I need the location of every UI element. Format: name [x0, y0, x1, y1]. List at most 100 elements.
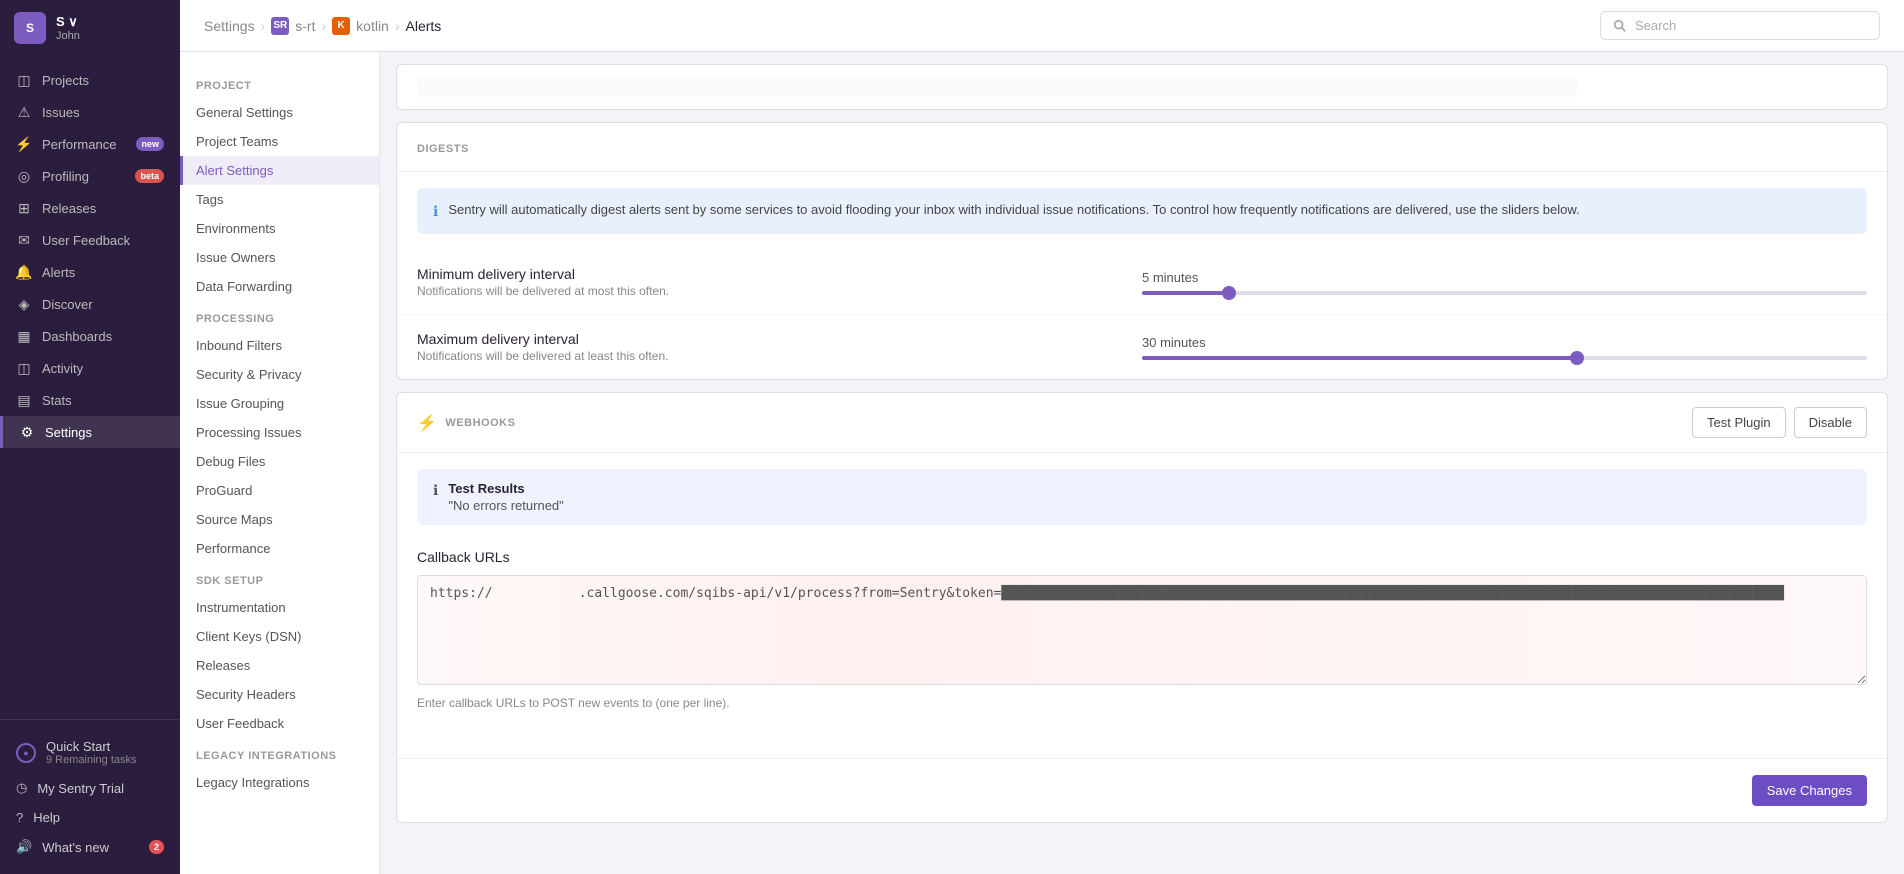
whats-new-item[interactable]: 🔊 What's new 2: [0, 832, 180, 862]
sidebar-item-profiling[interactable]: ◎ Profiling beta: [0, 160, 180, 192]
nav-header[interactable]: S S ∨ John: [0, 0, 180, 56]
breadcrumb-srt[interactable]: s-rt: [295, 18, 315, 34]
nav-bottom-section: ● Quick Start 9 Remaining tasks ◷ My Sen…: [0, 719, 180, 874]
min-interval-fill: [1142, 291, 1229, 295]
digests-info-text: Sentry will automatically digest alerts …: [448, 200, 1579, 220]
sidebar-item-discover[interactable]: ◈ Discover: [0, 288, 180, 320]
sidebar-link-tags[interactable]: Tags: [180, 185, 379, 214]
breadcrumb-settings[interactable]: Settings: [204, 18, 255, 34]
help-item[interactable]: ? Help: [0, 803, 180, 832]
sidebar-item-issues[interactable]: ⚠ Issues: [0, 96, 180, 128]
min-interval-desc: Notifications will be delivered at most …: [417, 284, 1142, 298]
sidebar-link-alert-settings[interactable]: Alert Settings: [180, 156, 379, 185]
sidebar-link-issue-grouping[interactable]: Issue Grouping: [180, 389, 379, 418]
search-icon: [1613, 19, 1627, 33]
sidebar-link-security-headers[interactable]: Security Headers: [180, 680, 379, 709]
sidebar-link-inbound-filters[interactable]: Inbound Filters: [180, 331, 379, 360]
sidebar-link-issue-owners[interactable]: Issue Owners: [180, 243, 379, 272]
sidebar-link-legacy-integrations[interactable]: Legacy Integrations: [180, 768, 379, 797]
main-area: Settings › SR s-rt › K kotlin › Alerts S…: [180, 0, 1904, 874]
new-badge: new: [136, 137, 164, 151]
callback-help-text: Enter callback URLs to POST new events t…: [417, 696, 1867, 710]
save-row: Save Changes: [397, 758, 1887, 822]
sidebar-link-user-feedback[interactable]: User Feedback: [180, 709, 379, 738]
beta-badge: beta: [135, 169, 164, 183]
quick-start-icon: ●: [16, 743, 36, 763]
sidebar-item-label: Stats: [42, 393, 72, 408]
sidebar-item-alerts[interactable]: 🔔 Alerts: [0, 256, 180, 288]
max-interval-row: Maximum delivery interval Notifications …: [397, 315, 1887, 379]
sidebar-item-activity[interactable]: ◫ Activity: [0, 352, 180, 384]
discover-icon: ◈: [16, 296, 32, 312]
min-interval-title: Minimum delivery interval: [417, 266, 1142, 282]
content-area: PROJECT General Settings Project Teams A…: [180, 52, 1904, 874]
sidebar-link-performance[interactable]: Performance: [180, 534, 379, 563]
digests-info-banner: ℹ Sentry will automatically digest alert…: [417, 188, 1867, 234]
test-plugin-button[interactable]: Test Plugin: [1692, 407, 1786, 438]
min-interval-thumb[interactable]: [1222, 286, 1236, 300]
sidebar-item-label: User Feedback: [42, 233, 130, 248]
max-interval-slider[interactable]: [1142, 356, 1867, 360]
test-results-title: Test Results: [448, 481, 563, 496]
quick-start-item[interactable]: ● Quick Start 9 Remaining tasks: [0, 732, 180, 773]
sidebar-link-debug-files[interactable]: Debug Files: [180, 447, 379, 476]
max-interval-thumb[interactable]: [1570, 351, 1584, 365]
min-interval-value: 5 minutes: [1142, 270, 1198, 285]
sidebar-link-data-forwarding[interactable]: Data Forwarding: [180, 272, 379, 301]
sidebar-item-performance[interactable]: ⚡ Performance new: [0, 128, 180, 160]
sidebar-section-sdk-setup: SDK SETUP: [180, 563, 379, 593]
save-changes-button[interactable]: Save Changes: [1752, 775, 1867, 806]
webhooks-actions: Test Plugin Disable: [1692, 407, 1867, 438]
sidebar-link-security-privacy[interactable]: Security & Privacy: [180, 360, 379, 389]
webhooks-icon: ⚡: [417, 413, 437, 433]
sidebar-link-proguard[interactable]: ProGuard: [180, 476, 379, 505]
avatar: S: [14, 12, 46, 44]
sidebar-item-label: Settings: [45, 425, 92, 440]
sidebar-link-source-maps[interactable]: Source Maps: [180, 505, 379, 534]
max-interval-title: Maximum delivery interval: [417, 331, 1142, 347]
min-interval-info: Minimum delivery interval Notifications …: [417, 266, 1142, 298]
sidebar-item-user-feedback[interactable]: ✉ User Feedback: [0, 224, 180, 256]
quick-start-info: Quick Start 9 Remaining tasks: [46, 739, 137, 766]
activity-icon: ◫: [16, 360, 32, 376]
webhooks-card: ⚡ WEBHOOKS Test Plugin Disable ℹ Test Re…: [396, 392, 1888, 823]
sidebar-link-general-settings[interactable]: General Settings: [180, 98, 379, 127]
settings-sidebar: PROJECT General Settings Project Teams A…: [180, 52, 380, 874]
sidebar-link-client-keys[interactable]: Client Keys (DSN): [180, 622, 379, 651]
sidebar-link-project-teams[interactable]: Project Teams: [180, 127, 379, 156]
sidebar-item-label: Performance: [42, 137, 116, 152]
max-interval-value: 30 minutes: [1142, 335, 1206, 350]
digests-section-header: DIGESTS: [397, 123, 1887, 172]
min-interval-slider[interactable]: [1142, 291, 1867, 295]
profiling-icon: ◎: [16, 168, 32, 184]
sidebar-item-label: Issues: [42, 105, 80, 120]
my-sentry-trial-item[interactable]: ◷ My Sentry Trial: [0, 773, 180, 803]
callback-section: Callback URLs https:// .callgoose.com/sq…: [397, 533, 1887, 726]
sidebar-item-settings[interactable]: ⚙ Settings: [0, 416, 180, 448]
sidebar-item-dashboards[interactable]: ▦ Dashboards: [0, 320, 180, 352]
sidebar-link-instrumentation[interactable]: Instrumentation: [180, 593, 379, 622]
min-interval-control: 5 minutes: [1142, 270, 1867, 295]
alerts-icon: 🔔: [16, 264, 32, 280]
sidebar-link-environments[interactable]: Environments: [180, 214, 379, 243]
sidebar-item-projects[interactable]: ◫ Projects: [0, 64, 180, 96]
stats-icon: ▤: [16, 392, 32, 408]
sidebar-section-legacy: LEGACY INTEGRATIONS: [180, 738, 379, 768]
user-name: John: [56, 30, 80, 42]
info-icon: ℹ: [433, 201, 438, 222]
search-box[interactable]: Search: [1600, 11, 1880, 40]
sidebar-item-releases[interactable]: ⊞ Releases: [0, 192, 180, 224]
callback-urls-input[interactable]: https:// .callgoose.com/sqibs-api/v1/pro…: [417, 575, 1867, 685]
sidebar-item-stats[interactable]: ▤ Stats: [0, 384, 180, 416]
breadcrumb-kotlin[interactable]: kotlin: [356, 18, 389, 34]
sidebar-link-releases[interactable]: Releases: [180, 651, 379, 680]
sidebar-item-label: Projects: [42, 73, 89, 88]
webhooks-label: WEBHOOKS: [445, 417, 515, 429]
breadcrumb-current: Alerts: [406, 18, 442, 34]
disable-button[interactable]: Disable: [1794, 407, 1867, 438]
max-interval-control: 30 minutes: [1142, 335, 1867, 360]
trial-label: My Sentry Trial: [37, 781, 124, 796]
sidebar-link-processing-issues[interactable]: Processing Issues: [180, 418, 379, 447]
performance-icon: ⚡: [16, 136, 32, 152]
main-content: DIGESTS ℹ Sentry will automatically dige…: [380, 52, 1904, 874]
